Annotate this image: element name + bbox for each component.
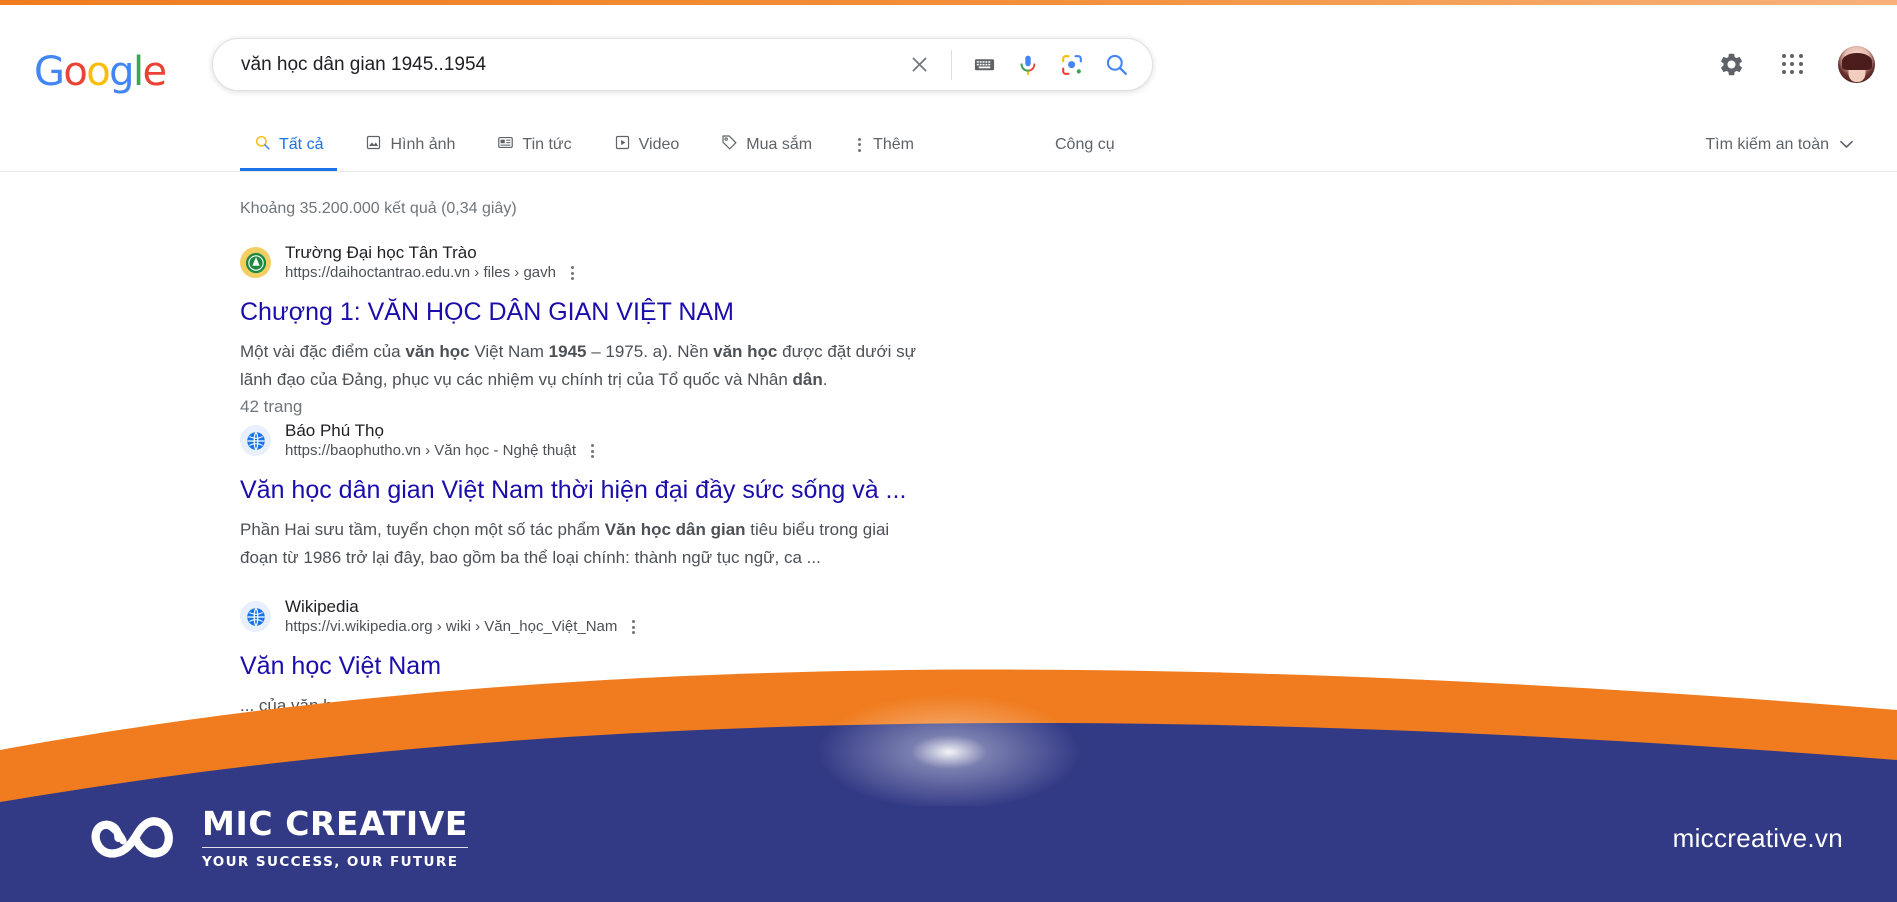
apps-grid xyxy=(1782,53,1804,76)
brand-text: MIC CREATIVE YOUR SUCCESS, OUR FUTURE xyxy=(202,805,469,871)
site-url: https://baophutho.vn › Văn học - Nghệ th… xyxy=(285,441,577,459)
infinity-loop-logo xyxy=(91,817,173,858)
result-source[interactable]: Báo Phú Thọ https://baophutho.vn › Văn h… xyxy=(240,420,1060,461)
globe-icon xyxy=(240,601,271,633)
result-options-icon[interactable] xyxy=(567,263,578,283)
result-options-icon[interactable] xyxy=(628,617,639,637)
site-url: https://daihoctantrao.edu.vn › files › g… xyxy=(285,263,556,281)
site-url: https://vi.wikipedia.org › wiki › Văn_họ… xyxy=(285,617,618,635)
brand-website[interactable]: miccreative.vn xyxy=(1673,823,1843,854)
site-url-row: https://daihoctantrao.edu.vn › files › g… xyxy=(285,263,578,283)
search-divider xyxy=(951,49,952,80)
keyboard-icon[interactable] xyxy=(962,43,1006,87)
news-icon xyxy=(497,134,514,156)
logo-letter-g1: G xyxy=(34,49,65,95)
result-title[interactable]: Văn học dân gian Việt Nam thời hiện đại … xyxy=(240,474,1060,506)
result-stats: Khoảng 35.200.000 kết quả (0,34 giây) xyxy=(240,200,517,217)
google-apps-icon[interactable] xyxy=(1776,48,1810,82)
tab-them[interactable]: Thêm xyxy=(840,118,928,171)
tab-tin-tuc[interactable]: Tin tức xyxy=(483,118,585,171)
google-lens-icon[interactable] xyxy=(1050,43,1094,87)
tab-label: Tin tức xyxy=(522,135,572,153)
more-vertical-icon xyxy=(854,135,865,155)
safesearch-dropdown[interactable]: Tìm kiếm an toàn xyxy=(1705,118,1853,171)
image-icon xyxy=(365,134,382,156)
tab-label: Thêm xyxy=(873,135,914,153)
tab-mua-sam[interactable]: Mua sắm xyxy=(707,118,826,171)
tab-video[interactable]: Video xyxy=(600,118,694,171)
header-actions xyxy=(1714,38,1875,91)
result-source-text: Trường Đại học Tân Trào https://daihocta… xyxy=(285,242,578,283)
tools-button[interactable]: Công cụ xyxy=(1055,118,1115,171)
search-icon xyxy=(254,134,271,156)
result-snippet: ... của văn học viết, là chặng đầu của n… xyxy=(240,696,713,716)
globe-icon xyxy=(240,425,271,457)
result-snippet: Một vài đặc điểm của văn học Việt Nam 19… xyxy=(240,342,917,389)
brand-tagline: YOUR SUCCESS, OUR FUTURE xyxy=(202,854,459,871)
brand-block: MIC CREATIVE YOUR SUCCESS, OUR FUTURE xyxy=(88,805,469,871)
clear-search-button[interactable] xyxy=(897,43,941,87)
brand-name: MIC CREATIVE xyxy=(202,805,469,849)
logo-letter-o2: o xyxy=(86,49,110,95)
search-bar[interactable] xyxy=(212,38,1153,91)
search-result-3: Wikipedia https://vi.wikipedia.org › wik… xyxy=(240,596,1060,720)
site-url-row: https://vi.wikipedia.org › wiki › Văn_họ… xyxy=(285,617,639,637)
chevron-down-icon xyxy=(1840,136,1853,154)
result-extra-info: 42 trang xyxy=(240,397,303,417)
logo-letter-g2: g xyxy=(109,49,134,95)
search-result-1: Trường Đại học Tân Trào https://daihocta… xyxy=(240,242,1060,417)
tab-label: Video xyxy=(638,135,680,153)
search-result-2: Báo Phú Thọ https://baophutho.vn › Văn h… xyxy=(240,420,1060,571)
logo-letter-l: l xyxy=(132,49,144,95)
site-name: Báo Phú Thọ xyxy=(285,421,384,440)
safesearch-label: Tìm kiếm an toàn xyxy=(1705,135,1829,153)
site-name: Trường Đại học Tân Trào xyxy=(285,243,477,262)
tab-hinh-anh[interactable]: Hình ảnh xyxy=(351,118,469,171)
tab-label: Tất cả xyxy=(279,135,324,153)
google-logo[interactable]: Google xyxy=(34,49,167,95)
site-url-row: https://baophutho.vn › Văn học - Nghệ th… xyxy=(285,441,598,461)
microphone-icon[interactable] xyxy=(1006,43,1050,87)
user-avatar[interactable] xyxy=(1838,46,1875,83)
nav-tabs: Tất cả Hình ảnh Tin tức Video Mua sắm Th… xyxy=(240,118,942,171)
tag-icon xyxy=(721,134,738,156)
result-options-icon[interactable] xyxy=(587,441,598,461)
tab-label: Mua sắm xyxy=(746,135,813,153)
page-header: Google xyxy=(0,5,1897,118)
result-title[interactable]: Văn học Việt Nam xyxy=(240,650,1060,682)
video-icon xyxy=(614,134,631,156)
banner-content: MIC CREATIVE YOUR SUCCESS, OUR FUTURE mi… xyxy=(0,774,1897,902)
result-snippet: Phần Hai sưu tầm, tuyển chọn một số tác … xyxy=(240,520,890,567)
google-search-results-page: Google văn học dân gian 1945..1954 Tất c… xyxy=(0,0,1897,902)
result-source-text: Wikipedia https://vi.wikipedia.org › wik… xyxy=(285,596,639,637)
gear-icon[interactable] xyxy=(1714,48,1748,82)
tab-label: Hình ảnh xyxy=(390,135,456,153)
search-nav-bar: Tất cả Hình ảnh Tin tức Video Mua sắm Th… xyxy=(0,118,1897,172)
tab-tat-ca[interactable]: Tất cả xyxy=(240,118,338,171)
site-name: Wikipedia xyxy=(285,597,359,616)
search-input[interactable] xyxy=(213,39,897,90)
result-source[interactable]: Wikipedia https://vi.wikipedia.org › wik… xyxy=(240,596,1060,637)
logo-letter-o1: o xyxy=(63,49,87,95)
result-source-text: Báo Phú Thọ https://baophutho.vn › Văn h… xyxy=(285,420,598,461)
logo-letter-e: e xyxy=(142,49,167,95)
result-title[interactable]: Chượng 1: VĂN HỌC DÂN GIAN VIỆT NAM xyxy=(240,296,1060,328)
result-source[interactable]: Trường Đại học Tân Trào https://daihocta… xyxy=(240,242,1060,283)
search-submit-button[interactable] xyxy=(1094,43,1138,87)
tantrao-logo-icon xyxy=(240,247,271,279)
